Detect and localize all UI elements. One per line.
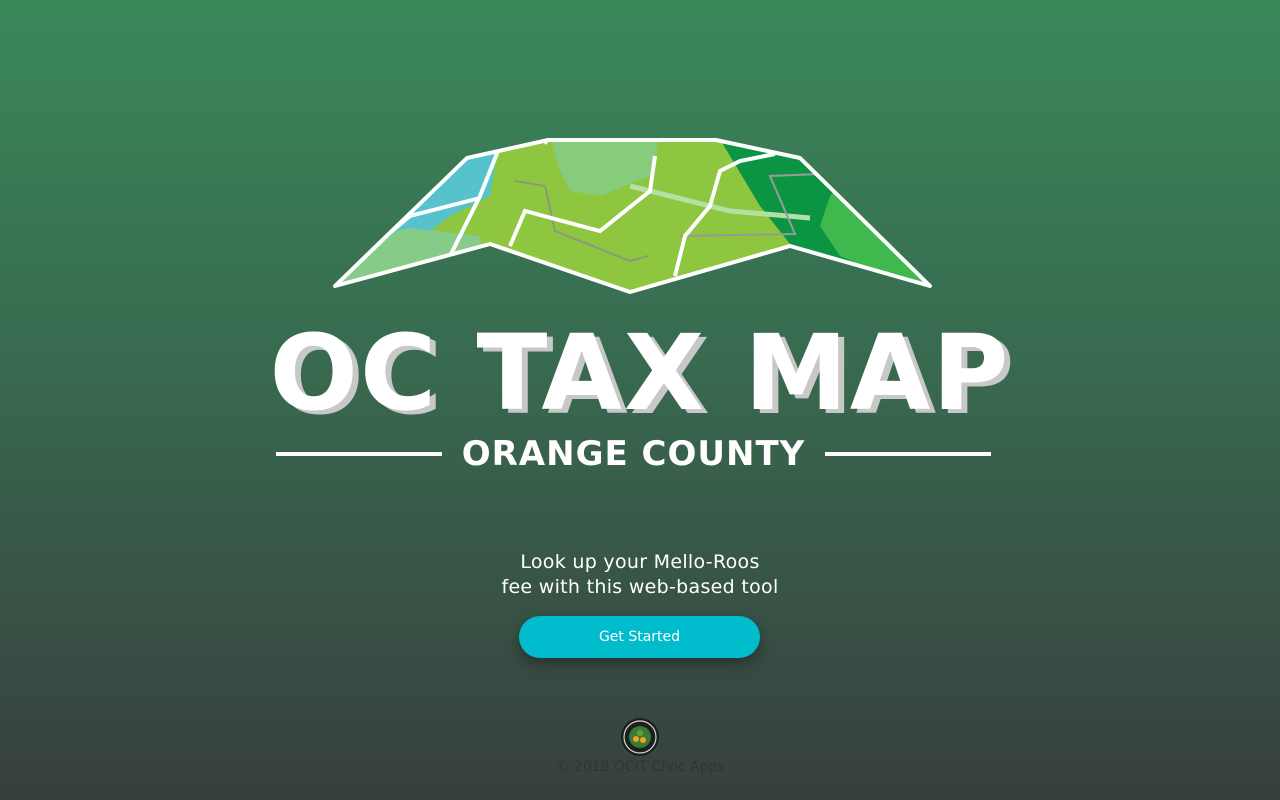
app-subtitle: ORANGE COUNTY [461, 434, 806, 474]
folded-map-icon [333, 138, 932, 294]
footer-copyright: © 2018 OCIT Civic Apps [555, 759, 725, 775]
right-divider [825, 452, 991, 456]
tagline: Look up your Mello-Roos fee with this we… [0, 550, 1280, 600]
left-divider [276, 452, 442, 456]
get-started-button[interactable]: Get Started [519, 616, 760, 658]
tagline-line-1: Look up your Mello-Roos [520, 551, 760, 573]
county-seal-icon [621, 718, 659, 756]
app-title: OC TAX MAP [269, 312, 1011, 434]
subtitle-row: ORANGE COUNTY [276, 432, 991, 476]
tagline-line-2: fee with this web-based tool [501, 576, 779, 598]
